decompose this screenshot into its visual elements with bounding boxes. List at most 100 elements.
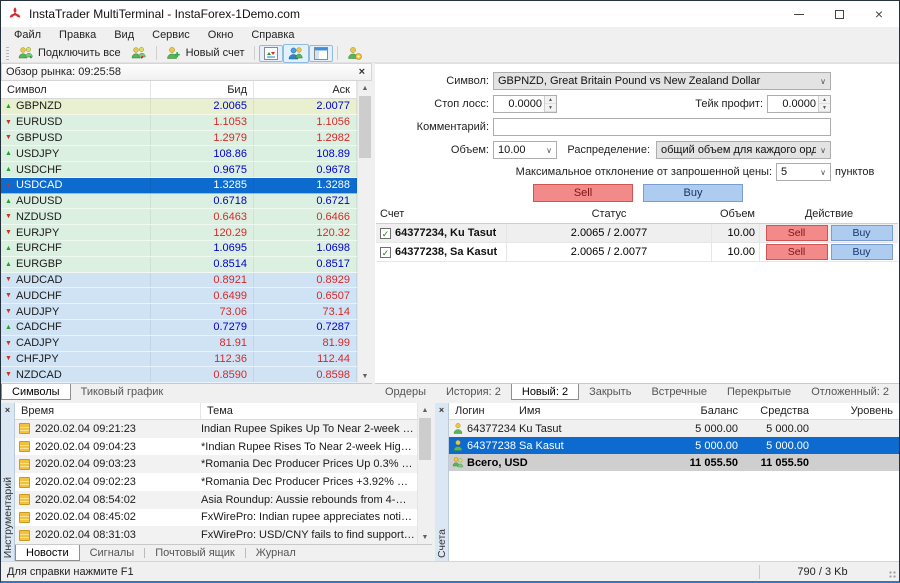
row-sell-button[interactable]: Sell — [766, 225, 828, 241]
stop-loss-input[interactable] — [494, 96, 544, 112]
take-profit-input[interactable] — [768, 96, 818, 112]
close-button[interactable]: × — [859, 1, 899, 27]
market-row[interactable]: ▼AUDJPY73.0673.14 — [1, 304, 357, 320]
column-topic[interactable]: Тема — [201, 405, 417, 417]
deviation-select[interactable]: 5 ∨ — [776, 163, 831, 181]
tab-order-4[interactable]: Закрыть — [579, 384, 641, 400]
toolbar-grip[interactable] — [6, 47, 9, 60]
account-settings-button[interactable] — [342, 44, 368, 63]
market-row[interactable]: ▼EURUSD1.10531.1056 — [1, 115, 357, 131]
market-row[interactable]: ▼NZDCAD0.85900.8598 — [1, 367, 357, 383]
tab-order-3[interactable]: Новый: 2 — [511, 383, 579, 400]
column-login[interactable]: Логин — [449, 405, 517, 417]
market-watch-scrollbar[interactable]: ▲ ▼ — [357, 81, 372, 383]
news-row[interactable]: 2020.02.04 09:04:23*Indian Rupee Rises T… — [15, 438, 417, 456]
tab-order-7[interactable]: Отложенный: 2 — [801, 384, 899, 400]
accounts-toggle-button[interactable] — [283, 44, 309, 63]
tab-toolbox-3[interactable]: Почтовый ящик — [145, 545, 244, 561]
menu-item[interactable]: Файл — [5, 27, 50, 43]
market-row[interactable]: ▼CHFJPY112.36112.44 — [1, 352, 357, 368]
tab-toolbox-1[interactable]: Новости — [15, 544, 80, 561]
spin-up-icon[interactable]: ▲ — [545, 96, 556, 104]
row-buy-button[interactable]: Buy — [831, 225, 893, 241]
market-row[interactable]: ▲AUDUSD0.67180.6721 — [1, 194, 357, 210]
news-row[interactable]: 2020.02.04 09:21:23Indian Rupee Spikes U… — [15, 420, 417, 438]
comment-input[interactable] — [493, 118, 831, 136]
tab-order-6[interactable]: Перекрытые — [717, 384, 801, 400]
minimize-button[interactable] — [779, 1, 819, 27]
market-row[interactable]: ▲EURGBP0.85140.8517 — [1, 257, 357, 273]
tab-order-5[interactable]: Встречные — [641, 384, 717, 400]
news-row[interactable]: 2020.02.04 09:03:23*Romania Dec Producer… — [15, 455, 417, 473]
resize-grip[interactable] — [885, 562, 899, 581]
news-row[interactable]: 2020.02.04 08:45:02FxWirePro: Indian rup… — [15, 509, 417, 527]
market-row[interactable]: ▼USDCAD1.32851.3288 — [1, 178, 357, 194]
new-account-button[interactable]: Новый счет — [161, 44, 250, 63]
scroll-up-icon[interactable]: ▲ — [418, 403, 432, 417]
market-row[interactable]: ▼GBPUSD1.29791.2982 — [1, 131, 357, 147]
column-ask[interactable]: Аск — [254, 81, 357, 98]
distribution-select[interactable]: общий объем для каждого ордера ∨ — [656, 141, 831, 159]
toolbox-close-icon[interactable]: × — [5, 405, 10, 415]
column-name[interactable]: Имя — [517, 405, 667, 417]
buy-button[interactable]: Buy — [643, 184, 743, 202]
news-row[interactable]: 2020.02.04 08:31:03FxWirePro: USD/CNY fa… — [15, 526, 417, 544]
column-action[interactable]: Действие — [760, 205, 898, 223]
market-row[interactable]: ▲EURCHF1.06951.0698 — [1, 241, 357, 257]
menu-item[interactable]: Окно — [199, 27, 243, 43]
sell-button[interactable]: Sell — [533, 184, 633, 202]
scrollbar-thumb[interactable] — [419, 418, 431, 460]
spin-down-icon[interactable]: ▼ — [545, 104, 556, 112]
market-watch-toggle-button[interactable] — [259, 45, 283, 62]
spin-up-icon[interactable]: ▲ — [819, 96, 830, 104]
column-time[interactable]: Время — [15, 403, 201, 419]
checkbox-checked-icon[interactable]: ✓ — [380, 247, 391, 258]
maximize-button[interactable] — [819, 1, 859, 27]
market-row[interactable]: ▲USDJPY108.86108.89 — [1, 146, 357, 162]
column-volume[interactable]: Объем — [712, 205, 760, 223]
account-row[interactable]: 64377238Sa Kasut5 000.005 000.00 — [449, 437, 899, 454]
market-row[interactable]: ▲CADCHF0.72790.7287 — [1, 320, 357, 336]
column-account[interactable]: Счет — [376, 208, 506, 220]
toolbox-toggle-button[interactable] — [309, 45, 333, 62]
disconnect-all-button[interactable] — [126, 44, 152, 63]
connect-all-button[interactable]: Подключить все — [13, 44, 126, 63]
row-sell-button[interactable]: Sell — [766, 244, 828, 260]
tab-market-watch-2[interactable]: Тиковый график — [71, 384, 174, 400]
column-symbol[interactable]: Символ — [1, 81, 151, 98]
market-row[interactable]: ▼AUDCAD0.89210.8929 — [1, 273, 357, 289]
tab-order-2[interactable]: История: 2 — [436, 384, 511, 400]
market-row[interactable]: ▲USDCHF0.96750.9678 — [1, 162, 357, 178]
menu-item[interactable]: Вид — [105, 27, 143, 43]
column-bid[interactable]: Бид — [151, 81, 254, 98]
news-row[interactable]: 2020.02.04 09:02:23*Romania Dec Producer… — [15, 473, 417, 491]
tab-order-1[interactable]: Ордеры — [375, 384, 436, 400]
order-account-row[interactable]: ✓64377234, Ku Tasut2.0065 / 2.007710.00S… — [376, 224, 898, 243]
market-row[interactable]: ▼EURJPY120.29120.32 — [1, 225, 357, 241]
scroll-down-icon[interactable]: ▼ — [358, 369, 372, 383]
menu-item[interactable]: Сервис — [143, 27, 199, 43]
tab-market-watch-1[interactable]: Символы — [1, 383, 71, 400]
row-buy-button[interactable]: Buy — [831, 244, 893, 260]
market-row[interactable]: ▼AUDCHF0.64990.6507 — [1, 288, 357, 304]
spin-down-icon[interactable]: ▼ — [819, 104, 830, 112]
menu-item[interactable]: Правка — [50, 27, 105, 43]
scrollbar-thumb[interactable] — [359, 96, 371, 158]
market-watch-close-icon[interactable]: × — [357, 66, 367, 78]
accounts-close-icon[interactable]: × — [439, 405, 444, 415]
scroll-up-icon[interactable]: ▲ — [358, 81, 372, 95]
market-row[interactable]: ▼CADJPY81.9181.99 — [1, 336, 357, 352]
market-row[interactable]: ▲GBPNZD2.00652.0077 — [1, 99, 357, 115]
account-row[interactable]: 64377234Ku Tasut5 000.005 000.00 — [449, 420, 899, 437]
column-level[interactable]: Уровень — [815, 405, 899, 417]
column-equity[interactable]: Средства — [744, 405, 815, 417]
symbol-select[interactable]: GBPNZD, Great Britain Pound vs New Zeala… — [493, 72, 831, 90]
news-row[interactable]: 2020.02.04 08:54:02Asia Roundup: Aussie … — [15, 491, 417, 509]
column-balance[interactable]: Баланс — [667, 405, 744, 417]
checkbox-checked-icon[interactable]: ✓ — [380, 228, 391, 239]
scroll-down-icon[interactable]: ▼ — [418, 530, 432, 544]
order-account-row[interactable]: ✓64377238, Sa Kasut2.0065 / 2.007710.00S… — [376, 243, 898, 262]
tab-toolbox-4[interactable]: Журнал — [246, 545, 306, 561]
menu-item[interactable]: Справка — [242, 27, 303, 43]
news-scrollbar[interactable]: ▲ ▼ — [417, 403, 432, 544]
